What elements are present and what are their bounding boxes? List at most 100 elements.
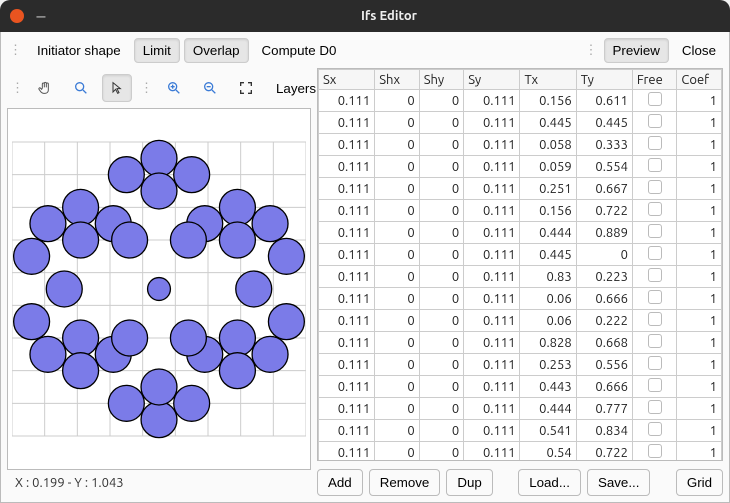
cell-coef[interactable]: 1 [677, 244, 722, 266]
zoom-tool[interactable] [66, 74, 96, 102]
cell-free[interactable] [632, 178, 677, 200]
cell-sx[interactable]: 0.111 [319, 156, 375, 178]
cell-coef[interactable]: 1 [677, 376, 722, 398]
cell-tx[interactable]: 0.443 [520, 376, 576, 398]
cell-ty[interactable]: 0.668 [576, 332, 632, 354]
cell-ty[interactable]: 0.777 [576, 398, 632, 420]
cell-sx[interactable]: 0.111 [319, 354, 375, 376]
free-checkbox[interactable] [648, 136, 662, 150]
cell-shx[interactable]: 0 [375, 266, 420, 288]
free-checkbox[interactable] [648, 378, 662, 392]
cell-free[interactable] [632, 376, 677, 398]
cell-ty[interactable]: 0.554 [576, 156, 632, 178]
cell-sy[interactable]: 0.111 [464, 244, 520, 266]
free-checkbox[interactable] [648, 268, 662, 282]
table-row[interactable]: 0.111000.1110.2510.6671 [319, 178, 722, 200]
close-button[interactable]: Close [673, 38, 725, 63]
cell-coef[interactable]: 1 [677, 156, 722, 178]
cell-sx[interactable]: 0.111 [319, 178, 375, 200]
cell-tx[interactable]: 0.156 [520, 200, 576, 222]
table-row[interactable]: 0.111000.1110.44501 [319, 244, 722, 266]
cell-coef[interactable]: 1 [677, 90, 722, 112]
cell-shx[interactable]: 0 [375, 244, 420, 266]
preview-button[interactable]: Preview [604, 38, 669, 63]
cell-coef[interactable]: 1 [677, 178, 722, 200]
cell-tx[interactable]: 0.156 [520, 90, 576, 112]
cell-sy[interactable]: 0.111 [464, 112, 520, 134]
grid-button[interactable]: Grid [676, 469, 723, 496]
cell-tx[interactable]: 0.83 [520, 266, 576, 288]
free-checkbox[interactable] [648, 92, 662, 106]
free-checkbox[interactable] [648, 246, 662, 260]
cell-shy[interactable]: 0 [419, 376, 464, 398]
free-checkbox[interactable] [648, 224, 662, 238]
cell-ty[interactable]: 0.834 [576, 420, 632, 442]
cell-free[interactable] [632, 332, 677, 354]
cell-ty[interactable]: 0.722 [576, 442, 632, 462]
zoom-out-tool[interactable] [195, 74, 225, 102]
cell-tx[interactable]: 0.06 [520, 288, 576, 310]
zoom-in-tool[interactable] [159, 74, 189, 102]
cell-shy[interactable]: 0 [419, 112, 464, 134]
col-sy[interactable]: Sy [464, 70, 520, 90]
cell-coef[interactable]: 1 [677, 310, 722, 332]
cell-tx[interactable]: 0.059 [520, 156, 576, 178]
cell-sy[interactable]: 0.111 [464, 442, 520, 462]
cell-sx[interactable]: 0.111 [319, 134, 375, 156]
cell-ty[interactable]: 0.223 [576, 266, 632, 288]
pointer-tool[interactable] [102, 74, 132, 102]
pan-tool[interactable] [30, 74, 60, 102]
cell-sy[interactable]: 0.111 [464, 266, 520, 288]
table-row[interactable]: 0.111000.1110.2530.5561 [319, 354, 722, 376]
cell-sy[interactable]: 0.111 [464, 288, 520, 310]
cell-sy[interactable]: 0.111 [464, 354, 520, 376]
cell-free[interactable] [632, 156, 677, 178]
cell-sy[interactable]: 0.111 [464, 332, 520, 354]
overlap-button[interactable]: Overlap [184, 38, 249, 63]
free-checkbox[interactable] [648, 400, 662, 414]
free-checkbox[interactable] [648, 334, 662, 348]
table-row[interactable]: 0.111000.1110.4440.7771 [319, 398, 722, 420]
cell-sx[interactable]: 0.111 [319, 266, 375, 288]
cell-shy[interactable]: 0 [419, 332, 464, 354]
cell-coef[interactable]: 1 [677, 332, 722, 354]
cell-sx[interactable]: 0.111 [319, 90, 375, 112]
cell-sy[interactable]: 0.111 [464, 222, 520, 244]
cell-sy[interactable]: 0.111 [464, 420, 520, 442]
table-row[interactable]: 0.111000.1110.1560.7221 [319, 200, 722, 222]
cell-sy[interactable]: 0.111 [464, 398, 520, 420]
cell-coef[interactable]: 1 [677, 398, 722, 420]
table-row[interactable]: 0.111000.1110.540.7221 [319, 442, 722, 462]
cell-sy[interactable]: 0.111 [464, 200, 520, 222]
cell-coef[interactable]: 1 [677, 442, 722, 462]
cell-sx[interactable]: 0.111 [319, 222, 375, 244]
free-checkbox[interactable] [648, 290, 662, 304]
cell-sx[interactable]: 0.111 [319, 288, 375, 310]
cell-free[interactable] [632, 442, 677, 462]
cell-shx[interactable]: 0 [375, 376, 420, 398]
compute-d0-button[interactable]: Compute D0 [253, 38, 346, 63]
cell-free[interactable] [632, 310, 677, 332]
cell-tx[interactable]: 0.445 [520, 112, 576, 134]
cell-coef[interactable]: 1 [677, 354, 722, 376]
cell-shy[interactable]: 0 [419, 442, 464, 462]
dup-button[interactable]: Dup [446, 469, 492, 496]
cell-sx[interactable]: 0.111 [319, 200, 375, 222]
cell-ty[interactable]: 0.666 [576, 288, 632, 310]
cell-shy[interactable]: 0 [419, 178, 464, 200]
fit-tool[interactable] [231, 74, 261, 102]
free-checkbox[interactable] [648, 422, 662, 436]
cell-shx[interactable]: 0 [375, 156, 420, 178]
cell-shy[interactable]: 0 [419, 244, 464, 266]
cell-sx[interactable]: 0.111 [319, 442, 375, 462]
cell-shy[interactable]: 0 [419, 398, 464, 420]
limit-button[interactable]: Limit [134, 38, 180, 63]
cell-shx[interactable]: 0 [375, 134, 420, 156]
cell-tx[interactable]: 0.058 [520, 134, 576, 156]
cell-shx[interactable]: 0 [375, 354, 420, 376]
cell-sx[interactable]: 0.111 [319, 244, 375, 266]
cell-shy[interactable]: 0 [419, 134, 464, 156]
transforms-table-container[interactable]: Sx Shx Shy Sy Tx Ty Free Coef 0.111000.1… [317, 68, 723, 461]
col-shy[interactable]: Shy [419, 70, 464, 90]
free-checkbox[interactable] [648, 202, 662, 216]
